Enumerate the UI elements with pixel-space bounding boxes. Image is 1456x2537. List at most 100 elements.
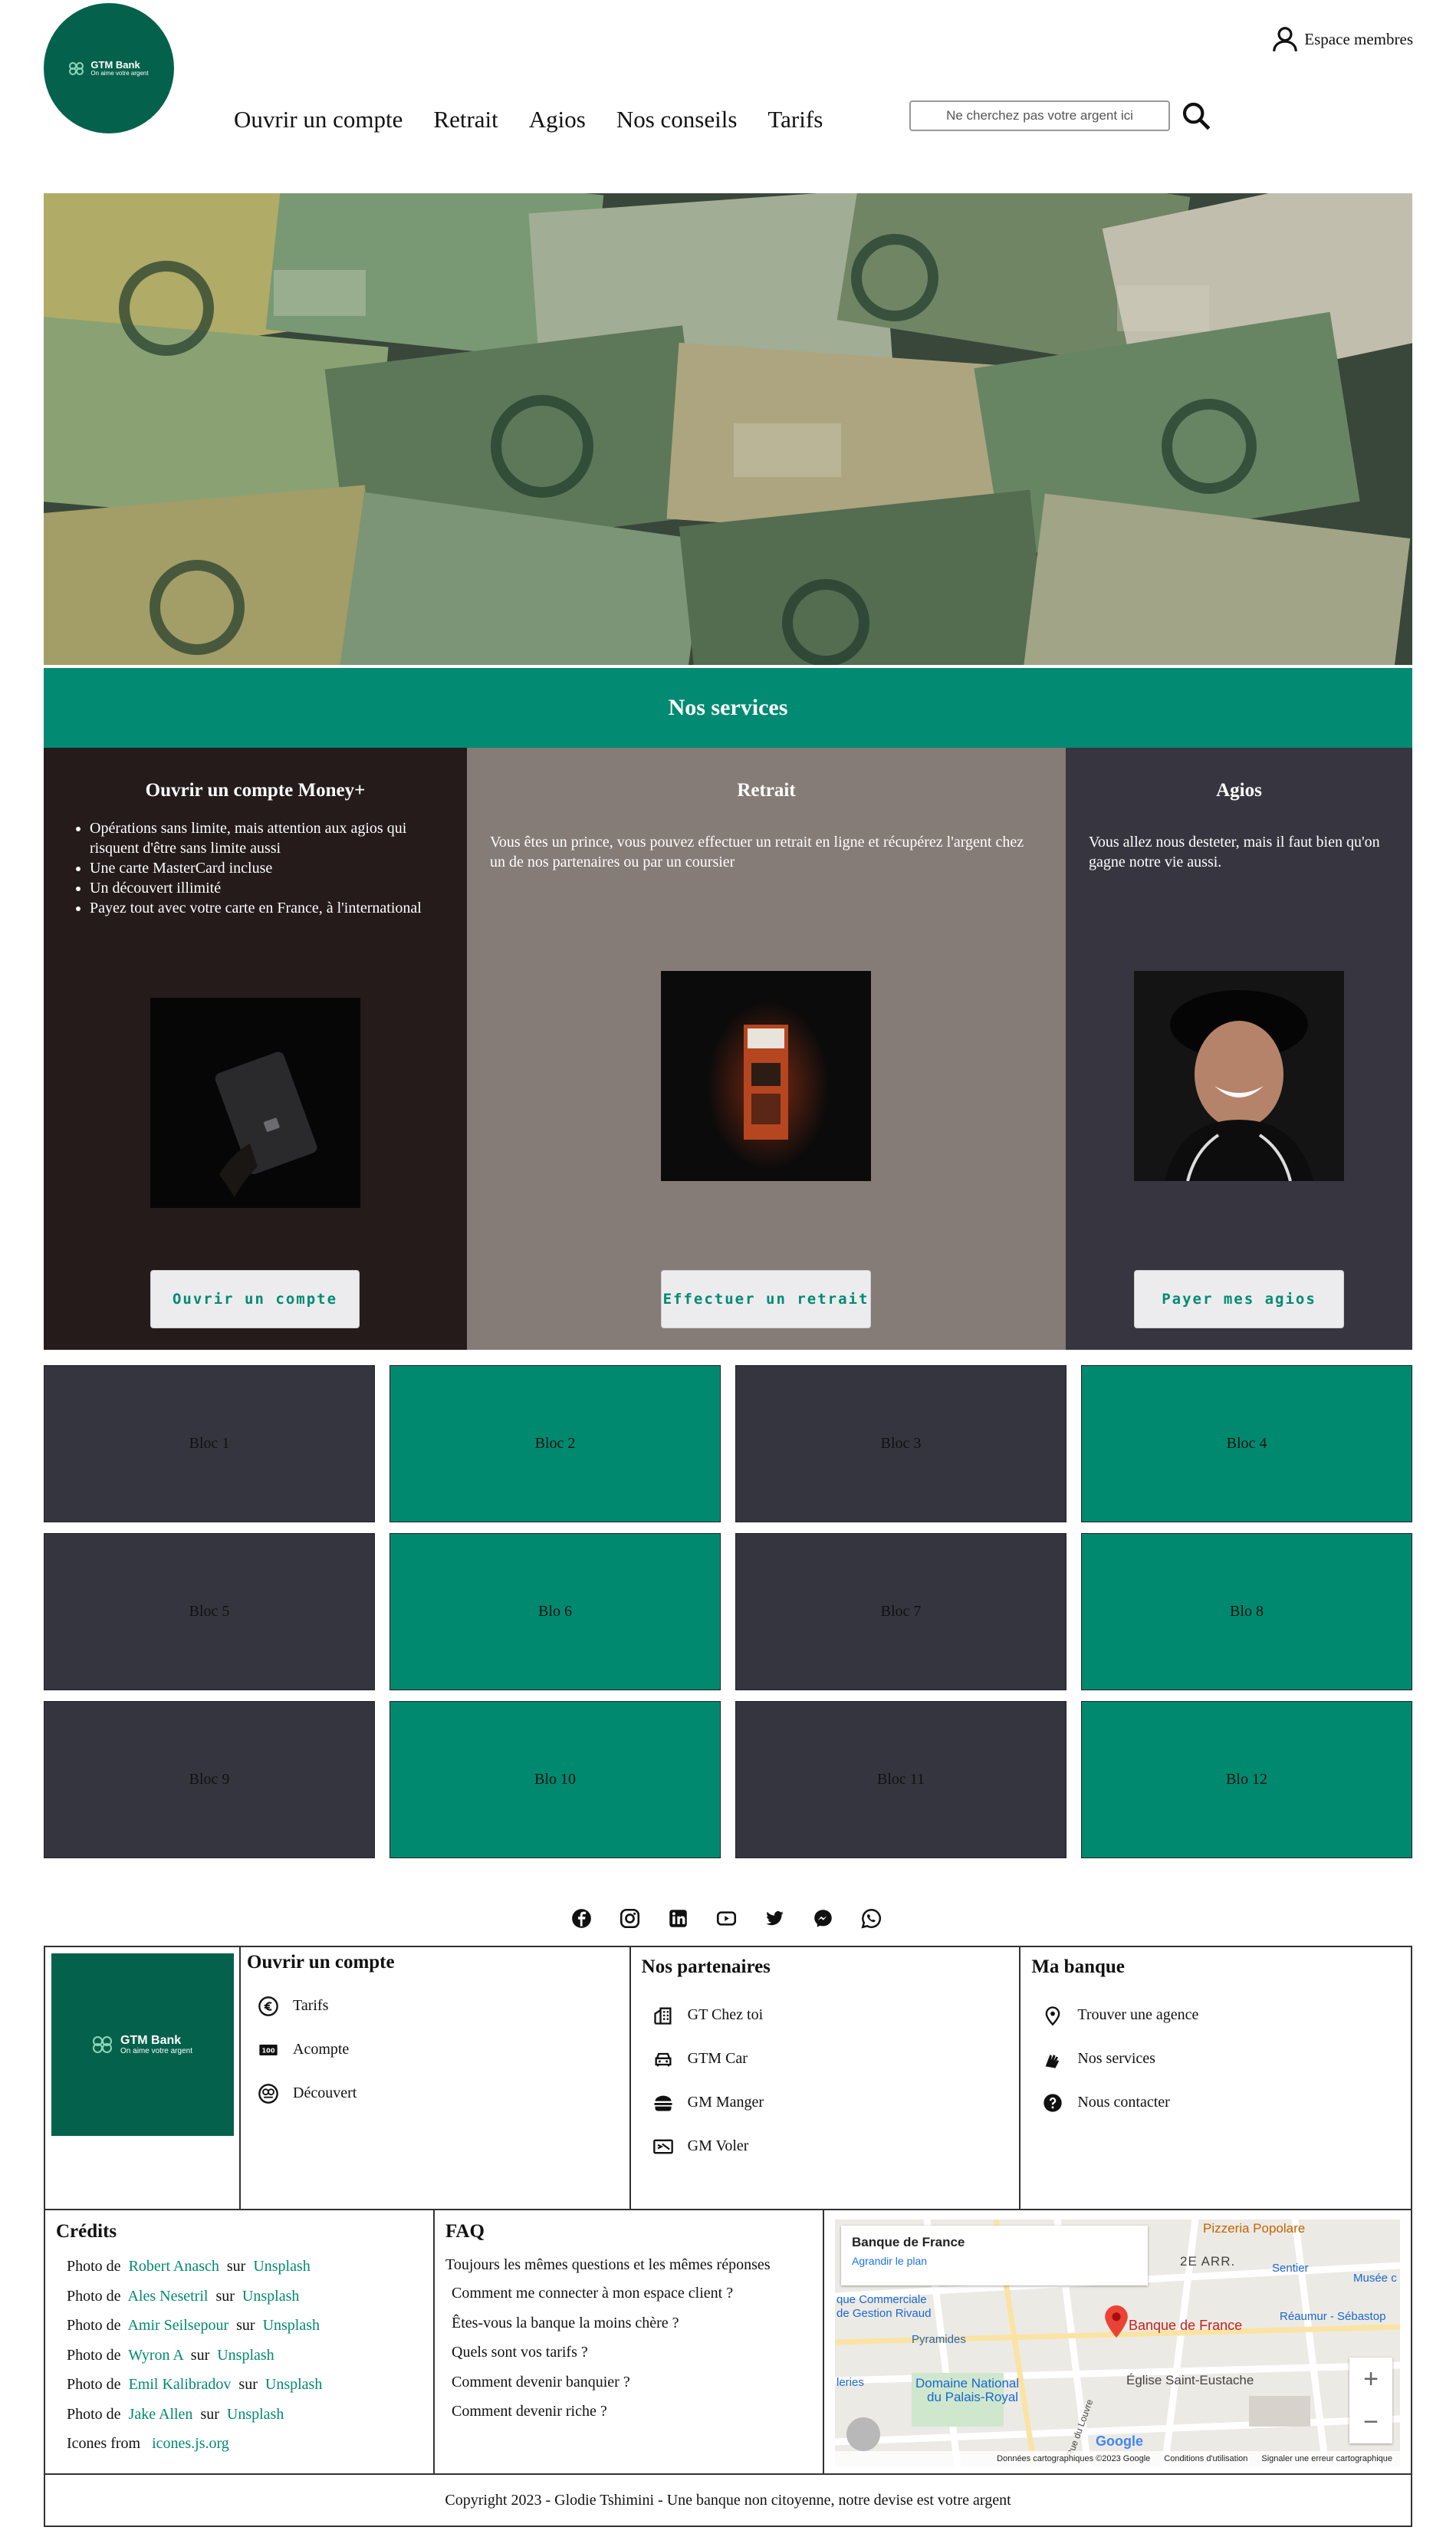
smiling-man-photo — [1134, 971, 1344, 1181]
facebook-icon[interactable] — [571, 1908, 592, 1929]
bloc-tile[interactable]: Bloc 5 — [44, 1533, 375, 1690]
list-item: Photo de Emil Kalibradov sur Unsplash — [67, 2376, 323, 2393]
bloc-tile[interactable]: Bloc 7 — [735, 1533, 1067, 1690]
helping-hands-icon — [1045, 2054, 1060, 2068]
list-item: Un découvert illimité — [90, 878, 450, 898]
zoom-out-button[interactable]: − — [1349, 2400, 1392, 2443]
main-nav: Ouvrir un compte Retrait Agios Nos conse… — [234, 106, 823, 133]
nav-pricing[interactable]: Tarifs — [767, 106, 823, 133]
map-label: du Palais-Royal — [927, 2390, 1019, 2404]
service-card-title: Agios — [1216, 780, 1262, 801]
footer-col-title: Ma banque — [1031, 1956, 1125, 1977]
nav-open-account[interactable]: Ouvrir un compte — [234, 106, 403, 133]
credit-author-link[interactable]: Ales Nesetril — [127, 2288, 208, 2305]
blocs-grid: Bloc 1 Bloc 2 Bloc 3 Bloc 4 Bloc 5 Blo 6… — [44, 1365, 1412, 1858]
bloc-tile[interactable]: Bloc 4 — [1081, 1365, 1412, 1522]
pay-agios-button[interactable]: Payer mes agios — [1134, 1270, 1344, 1328]
footer-link-services[interactable]: Nos services — [1031, 2037, 1400, 2081]
car-icon — [655, 2052, 672, 2066]
credit-site-link[interactable]: Unsplash — [242, 2288, 299, 2305]
search-input[interactable] — [909, 100, 1170, 131]
credit-site-link[interactable]: Unsplash — [253, 2258, 310, 2275]
bloc-tile[interactable]: Bloc 1 — [44, 1365, 375, 1522]
footer-col-bank: Ma banque Trouver une agence Nos service… — [1021, 1947, 1411, 2209]
linkedin-icon[interactable] — [668, 1908, 689, 1929]
map-pin-icon[interactable] — [1105, 2305, 1128, 2338]
help-circle-icon — [1044, 2093, 1062, 2112]
bloc-tile[interactable]: Blo 10 — [389, 1701, 721, 1858]
search-icon[interactable] — [1181, 100, 1211, 131]
map-enlarge-link[interactable]: Agrandir le plan — [852, 2255, 1137, 2267]
withdraw-button[interactable]: Effectuer un retrait — [661, 1270, 871, 1328]
bloc-tile[interactable]: Bloc 2 — [389, 1365, 721, 1522]
faq-title: FAQ — [445, 2221, 485, 2242]
footer-link-find-agency[interactable]: Trouver une agence — [1031, 1993, 1400, 2037]
footer-link-contact[interactable]: Nous contacter — [1031, 2081, 1400, 2124]
credit-author-link[interactable]: Emil Kalibradov — [129, 2376, 232, 2393]
hero-banknotes-image — [44, 193, 1412, 665]
list-item: Photo de Ales Nesetril sur Unsplash — [67, 2287, 300, 2305]
credits-column: Crédits Photo de Robert Anasch sur Unspl… — [45, 2210, 435, 2473]
credit-site-link[interactable]: Unsplash — [263, 2317, 320, 2334]
credit-author-link[interactable]: Robert Anasch — [129, 2258, 219, 2275]
credit-site-link[interactable]: Unsplash — [227, 2406, 284, 2423]
zoom-in-button[interactable]: + — [1349, 2358, 1392, 2400]
map-label: Église Saint-Eustache — [1126, 2373, 1254, 2387]
buildings-icon — [653, 2007, 672, 2025]
footer-link-label: GM Manger — [687, 2094, 764, 2111]
icons-site-link[interactable]: icones.js.org — [152, 2435, 229, 2452]
euro-circle-icon — [258, 1996, 278, 2016]
service-card-text: Vous êtes un prince, vous pouvez effectu… — [490, 834, 1024, 870]
instagram-icon[interactable] — [620, 1908, 640, 1929]
map-terms-link[interactable]: Conditions d'utilisation — [1164, 2454, 1247, 2463]
map-report-link[interactable]: Signaler une erreur cartographique — [1261, 2454, 1392, 2463]
footer-link-gm-manger[interactable]: GM Manger — [642, 2081, 1009, 2124]
google-map[interactable]: Banque de France Agrandir le plan Banque… — [835, 2219, 1400, 2466]
faq-question-link[interactable]: Quels sont vos tarifs ? — [445, 2344, 812, 2374]
footer-link-gtm-car[interactable]: GTM Car — [642, 2037, 1009, 2081]
nav-withdrawal[interactable]: Retrait — [433, 106, 498, 133]
brand-logo[interactable]: GTM Bank On aime votre argent — [44, 3, 174, 133]
bloc-tile[interactable]: Blo 12 — [1081, 1701, 1412, 1858]
footer-link-overdraft[interactable]: Découvert — [247, 2071, 623, 2115]
logo-name: GTM Bank — [120, 2033, 182, 2047]
bloc-tile[interactable]: Blo 8 — [1081, 1533, 1412, 1690]
service-card-withdrawal: Retrait Vous êtes un prince, vous pouvez… — [467, 748, 1066, 1350]
map-label: Pizzeria Popolare — [1203, 2221, 1306, 2236]
footer-brand-logo[interactable]: GTM Bank On aime votre argent — [51, 1953, 234, 2136]
list-item: Payez tout avec votre carte en France, à… — [90, 898, 450, 918]
footer-link-gt-chez-toi[interactable]: GT Chez toi — [642, 1993, 1009, 2037]
youtube-icon[interactable] — [716, 1908, 737, 1929]
credit-site-link[interactable]: Unsplash — [265, 2376, 322, 2393]
open-account-button[interactable]: Ouvrir un compte — [150, 1270, 360, 1328]
credit-site-link[interactable]: Unsplash — [217, 2347, 274, 2364]
services-section: Ouvrir un compte Money+ Opérations sans … — [44, 748, 1412, 1350]
credit-author-link[interactable]: Jake Allen — [129, 2406, 193, 2423]
messenger-icon[interactable] — [813, 1908, 833, 1929]
bloc-tile[interactable]: Bloc 3 — [735, 1365, 1067, 1522]
map-label: Réaumur - Sébastop — [1280, 2310, 1386, 2323]
whatsapp-icon[interactable] — [861, 1908, 882, 1929]
faq-question-link[interactable]: Êtes-vous la banque la moins chère ? — [445, 2315, 812, 2345]
atm-photo — [661, 971, 871, 1181]
footer-col-title: Ouvrir un compte — [247, 1952, 395, 1973]
footer-link-label: Tarifs — [293, 1997, 329, 2014]
bloc-tile[interactable]: Bloc 9 — [44, 1701, 375, 1858]
credit-author-link[interactable]: Amir Seilsepour — [127, 2317, 228, 2334]
footer-link-pricing[interactable]: Tarifs — [247, 1984, 623, 2028]
faq-question-link[interactable]: Comment devenir riche ? — [445, 2403, 812, 2433]
footer-link-gm-voler[interactable]: GM Voler — [642, 2124, 1009, 2168]
faq-question-link[interactable]: Comment devenir banquier ? — [445, 2374, 812, 2404]
map-place-card: Banque de France Agrandir le plan — [841, 2226, 1148, 2285]
member-area-link[interactable]: Espace membres — [1270, 25, 1413, 54]
credit-author-link[interactable]: Wyron A — [128, 2347, 183, 2364]
bloc-tile[interactable]: Bloc 11 — [735, 1701, 1067, 1858]
faq-list: Comment me connecter à mon espace client… — [445, 2285, 812, 2433]
nav-agios[interactable]: Agios — [529, 106, 586, 133]
nav-advice[interactable]: Nos conseils — [616, 106, 738, 133]
faq-question-link[interactable]: Comment me connecter à mon espace client… — [445, 2285, 812, 2315]
map-pin-label: Banque de France — [1129, 2318, 1243, 2333]
bloc-tile[interactable]: Blo 6 — [389, 1533, 721, 1690]
twitter-icon[interactable] — [764, 1908, 785, 1929]
footer-link-deposit[interactable]: 100 Acompte — [247, 2028, 623, 2071]
